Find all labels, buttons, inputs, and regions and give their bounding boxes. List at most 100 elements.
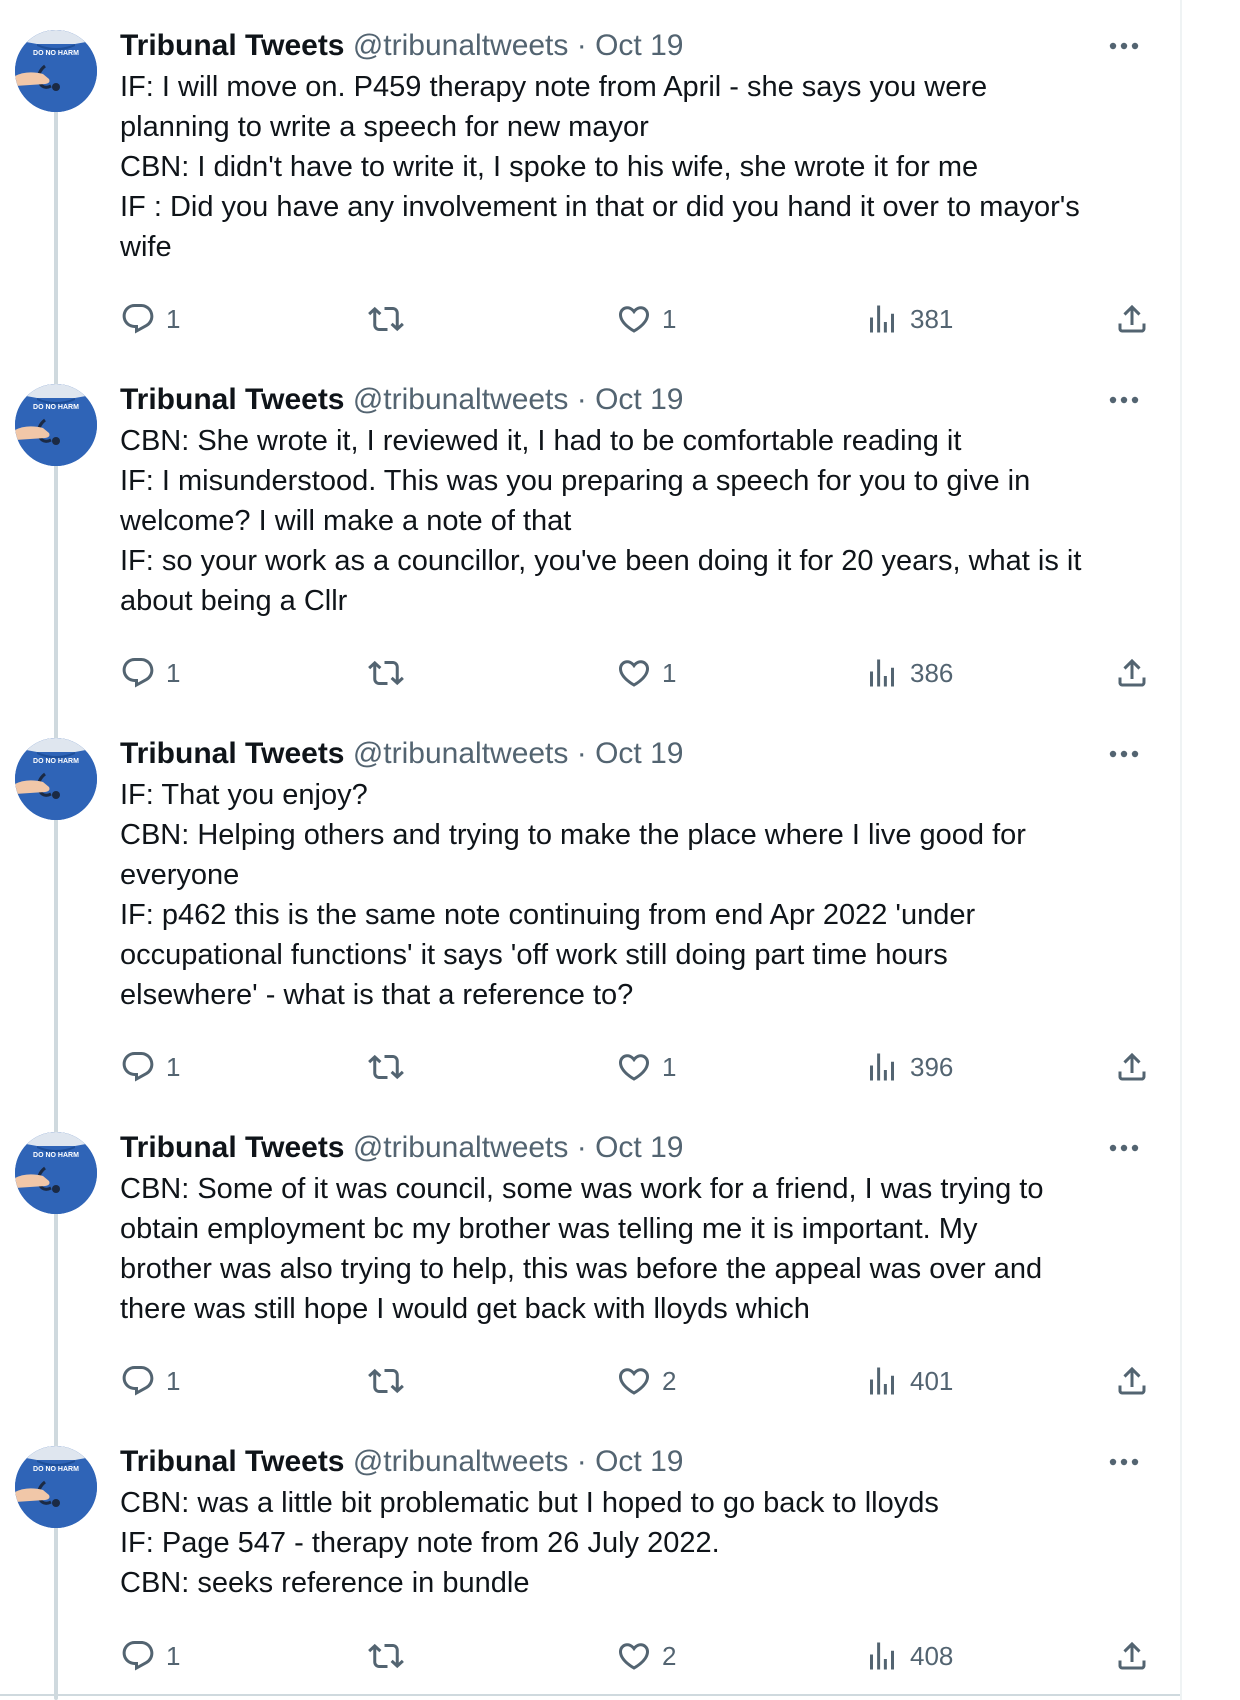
reply-count: 1 — [166, 303, 181, 334]
tweet-date[interactable]: Oct 19 — [595, 737, 683, 770]
separator: · — [576, 29, 587, 62]
action-bar: 1 2 408 — [120, 1636, 1146, 1676]
share-button[interactable] — [1114, 1636, 1150, 1676]
reply-button[interactable]: 1 — [120, 1636, 180, 1676]
tweet-text-line: brother was also trying to help, this wa… — [120, 1253, 1043, 1285]
display-name[interactable]: Tribunal Tweets — [120, 737, 345, 770]
tweet-text-line: occupational functions' it says 'off wor… — [120, 939, 948, 971]
like-count: 2 — [662, 1640, 677, 1671]
views-button[interactable]: 396 — [864, 1047, 953, 1087]
tweet-text-line: CBN: She wrote it, I reviewed it, I had … — [120, 425, 962, 457]
avatar[interactable]: DO NO HARM — [15, 738, 97, 820]
separator: · — [576, 1131, 587, 1164]
tweet-text-line: wife — [120, 231, 172, 263]
tweet-text-line: elsewhere' - what is that a reference to… — [120, 979, 634, 1011]
separator: · — [576, 737, 587, 770]
tweet-text: IF: That you enjoy? CBN: Helping others … — [120, 775, 1140, 1015]
tweet-text-line: IF: p462 this is the same note continuin… — [120, 899, 976, 931]
display-name[interactable]: Tribunal Tweets — [120, 383, 345, 416]
display-name[interactable]: Tribunal Tweets — [120, 1445, 345, 1478]
share-icon — [1118, 1641, 1146, 1670]
action-bar: 1 1 386 — [120, 653, 1146, 693]
views-button[interactable]: 386 — [864, 653, 953, 693]
views-button[interactable]: 401 — [864, 1361, 953, 1401]
view-count: 386 — [910, 657, 954, 688]
avatar-shirt-text: DO NO HARM — [33, 50, 79, 57]
tweet-date[interactable]: Oct 19 — [595, 383, 683, 416]
reply-button[interactable]: 1 — [120, 1047, 180, 1087]
tweet-header: Tribunal Tweets @tribunaltweets · Oct 19 — [120, 1128, 1140, 1168]
like-button[interactable]: 1 — [616, 299, 676, 339]
avatar-image: DO NO HARM — [15, 384, 97, 466]
more-button[interactable] — [1100, 1128, 1148, 1168]
avatar[interactable]: DO NO HARM — [15, 384, 97, 466]
user-handle[interactable]: @tribunaltweets — [353, 737, 569, 770]
tweet-date[interactable]: Oct 19 — [595, 1131, 683, 1164]
more-icon — [1109, 1144, 1139, 1152]
tweet-text-line: IF: so your work as a councillor, you've… — [120, 545, 1082, 577]
share-button[interactable] — [1114, 1047, 1150, 1087]
more-button[interactable] — [1100, 380, 1148, 420]
user-handle[interactable]: @tribunaltweets — [353, 29, 569, 62]
tweet-text-line: everyone — [120, 859, 240, 891]
avatar[interactable]: DO NO HARM — [15, 30, 97, 112]
tweet-text: IF: I will move on. P459 therapy note fr… — [120, 67, 1140, 267]
reply-icon — [122, 304, 154, 334]
more-button[interactable] — [1100, 1442, 1148, 1482]
more-button[interactable] — [1100, 734, 1148, 774]
share-button[interactable] — [1114, 299, 1150, 339]
retweet-icon — [368, 1368, 404, 1394]
like-button[interactable]: 1 — [616, 1047, 676, 1087]
tweet-text: CBN: was a little bit problematic but I … — [120, 1483, 1140, 1603]
user-handle[interactable]: @tribunaltweets — [353, 383, 569, 416]
action-bar: 1 1 396 — [120, 1047, 1146, 1087]
like-button[interactable]: 2 — [616, 1361, 676, 1401]
action-bar: 1 2 401 — [120, 1361, 1146, 1401]
share-button[interactable] — [1114, 653, 1150, 693]
retweet-button[interactable] — [368, 1636, 404, 1676]
tweet-text-line: IF: Page 547 - therapy note from 26 July… — [120, 1527, 720, 1559]
tweet-date[interactable]: Oct 19 — [595, 29, 683, 62]
avatar[interactable]: DO NO HARM — [15, 1132, 97, 1214]
view-count: 408 — [910, 1640, 954, 1671]
reply-button[interactable]: 1 — [120, 1361, 180, 1401]
like-count: 1 — [662, 303, 677, 334]
heart-icon — [618, 1368, 650, 1395]
reply-icon — [122, 658, 154, 688]
more-icon — [1109, 42, 1139, 50]
avatar-shirt-text: DO NO HARM — [33, 404, 79, 411]
tweet-text-line: IF: I will move on. P459 therapy note fr… — [120, 71, 988, 103]
tweet-text-line: CBN: Helping others and trying to make t… — [120, 819, 1026, 851]
share-button[interactable] — [1114, 1361, 1150, 1401]
views-button[interactable]: 381 — [864, 299, 953, 339]
avatar-image: DO NO HARM — [15, 738, 97, 820]
tweet-date[interactable]: Oct 19 — [595, 1445, 683, 1478]
more-button[interactable] — [1100, 26, 1148, 66]
views-icon — [870, 1367, 894, 1395]
share-icon — [1118, 1052, 1146, 1081]
heart-icon — [618, 1643, 650, 1670]
retweet-icon — [368, 660, 404, 686]
reply-button[interactable]: 1 — [120, 299, 180, 339]
tweet-text-line: CBN: I didn't have to write it, I spoke … — [120, 151, 979, 183]
display-name[interactable]: Tribunal Tweets — [120, 29, 345, 62]
user-handle[interactable]: @tribunaltweets — [353, 1445, 569, 1478]
tweet-text-line: IF: I misunderstood. This was you prepar… — [120, 465, 1031, 497]
like-button[interactable]: 2 — [616, 1636, 676, 1676]
retweet-button[interactable] — [368, 1047, 404, 1087]
tweet-text-line: obtain employment bc my brother was tell… — [120, 1213, 978, 1245]
tweet-text-line: about being a Cllr — [120, 585, 348, 617]
user-handle[interactable]: @tribunaltweets — [353, 1131, 569, 1164]
views-button[interactable]: 408 — [864, 1636, 953, 1676]
tweet-text-line: IF: That you enjoy? — [120, 779, 368, 811]
retweet-button[interactable] — [368, 1361, 404, 1401]
reply-icon — [122, 1052, 154, 1082]
retweet-button[interactable] — [368, 299, 404, 339]
reply-button[interactable]: 1 — [120, 653, 180, 693]
display-name[interactable]: Tribunal Tweets — [120, 1131, 345, 1164]
retweet-button[interactable] — [368, 653, 404, 693]
like-button[interactable]: 1 — [616, 653, 676, 693]
avatar-shirt-text: DO NO HARM — [33, 1152, 79, 1159]
reply-count: 1 — [166, 657, 181, 688]
avatar[interactable]: DO NO HARM — [15, 1446, 97, 1528]
